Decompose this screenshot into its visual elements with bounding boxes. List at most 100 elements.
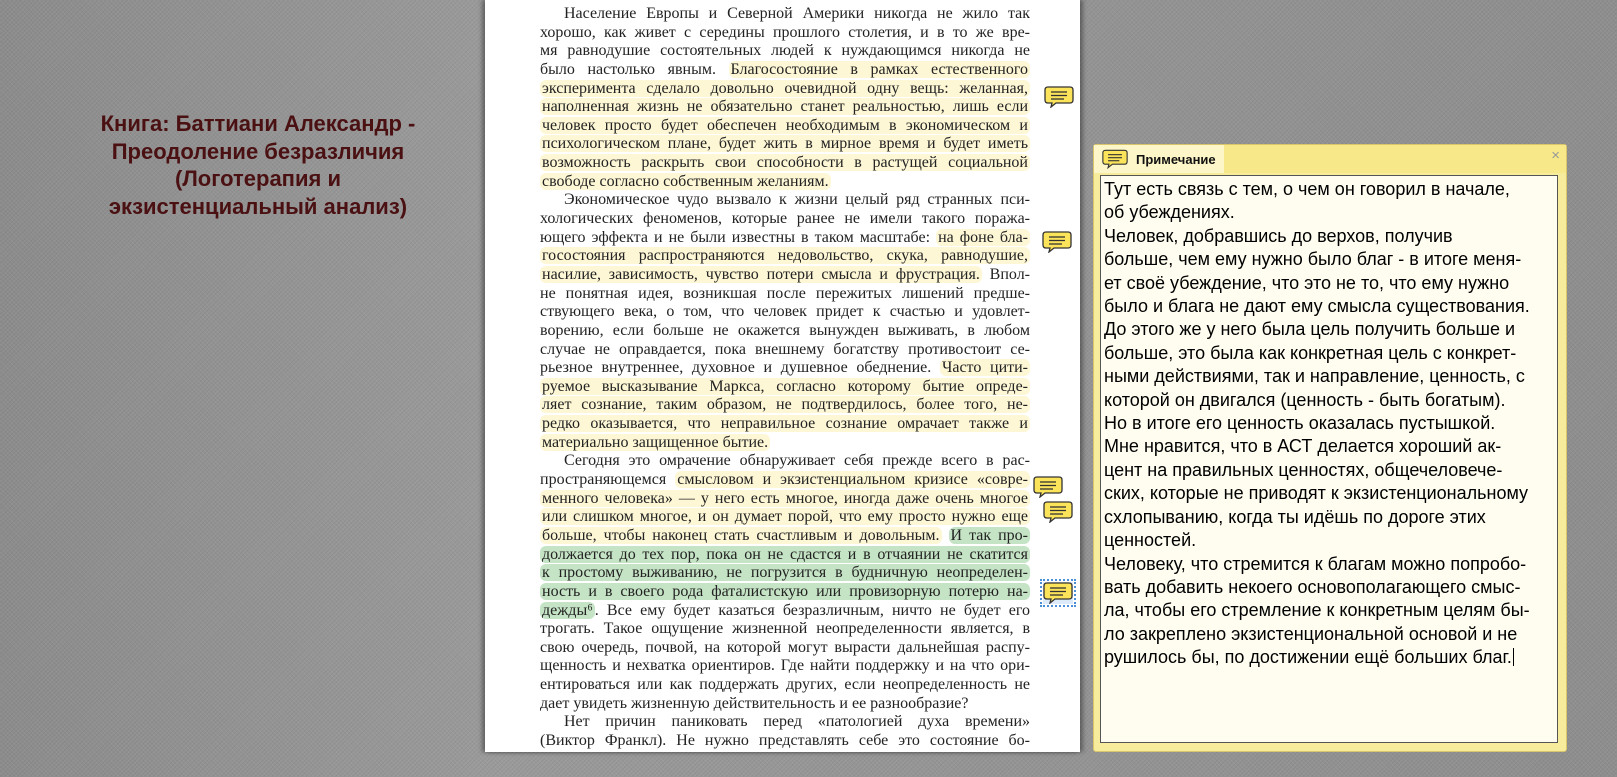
note-comment-icon-selected[interactable] — [1040, 579, 1076, 607]
text-line: госостояния распространяются недовольств… — [540, 247, 1030, 266]
text-cursor — [1512, 648, 1514, 667]
text-line: ворению, если больше не окажется вынужде… — [540, 322, 1030, 341]
note-text-line: Человеку, что стремится к благам можно п… — [1104, 553, 1527, 574]
text-line: дежды⁶. Все ему будет казаться безразлич… — [540, 601, 1030, 621]
note-text-line: ценностей. — [1104, 530, 1197, 551]
text-segment: мя равнодушие состоятельных людей к нужд… — [540, 42, 1030, 60]
text-line: ствующего века, о том, что человек приде… — [540, 303, 1030, 322]
text-line: трогать. Такое ощущение жизненной неопре… — [540, 620, 1030, 639]
text-line: Население Европы и Северной Америки нико… — [540, 5, 1030, 24]
highlight-green[interactable]: дежды⁶ — [540, 601, 595, 619]
text-line: свою очередь, почвой, на которой могут в… — [540, 639, 1030, 658]
note-comment-icon — [1102, 149, 1128, 169]
note-header[interactable]: Примечание × — [1094, 145, 1566, 173]
highlight-yellow[interactable]: материально защищенное бытие. — [540, 433, 771, 451]
text-line: мя равнодушие состоятельных людей к нужд… — [540, 42, 1030, 61]
highlight-yellow[interactable]: редко оказывается, что неправильное созн… — [540, 415, 1030, 433]
highlight-yellow[interactable]: возможность раскрыть свои способности в … — [540, 154, 1030, 172]
book-title-line: Преодоление безразличия — [111, 138, 405, 164]
text-line: Сегодня это омрачение обнаруживает себя … — [540, 452, 1030, 471]
book-title: Книга: Баттиани Александр - Преодоление … — [40, 110, 476, 220]
highlight-yellow[interactable]: руемое высказывание Маркса, согласно кот… — [540, 377, 1030, 395]
highlight-green[interactable]: к простому выживанию, не погрузится в бу… — [540, 564, 1030, 582]
text-segment: хологических феноменов, которые ранее не… — [540, 210, 1030, 228]
note-text-line: Тут есть связь с тем, о чем он говорил в… — [1104, 179, 1510, 199]
text-line: или слишком многое, и он думает порой, ч… — [540, 508, 1030, 527]
text-segment: трогать. Такое ощущение жизненной неопре… — [540, 620, 1030, 638]
text-segment: ентироваться или как поддержать других, … — [540, 676, 1030, 694]
note-text-line: цент на правильных ценностях, общечелове… — [1104, 459, 1503, 480]
text-line: менного человека» — у него есть многое, … — [540, 489, 1030, 509]
text-segment: свою очередь, почвой, на которой могут в… — [540, 638, 1030, 656]
text-segment: Население Европы и Северной Америки нико… — [564, 5, 1030, 22]
text-segment: Сегодня это омрачение обнаруживает себя … — [564, 452, 1030, 470]
highlight-yellow[interactable]: человек просто будет обеспечен необходим… — [540, 116, 1030, 134]
text-line: человек просто будет обеспечен необходим… — [540, 116, 1030, 136]
highlight-yellow[interactable]: смысловом и экзистенциальном кризисе «со… — [675, 471, 1030, 489]
note-title: Примечание — [1136, 152, 1216, 167]
text-line: Экономическое чудо вызвало к жизни целый… — [540, 191, 1030, 210]
close-icon[interactable]: × — [1551, 147, 1560, 164]
note-comment-icon[interactable] — [1033, 476, 1063, 498]
text-line: материально защищенное бытие. — [540, 433, 1030, 453]
text-segment: рьезное внутреннее, духовное и душевное … — [540, 359, 940, 377]
highlight-green[interactable]: И так про- — [948, 526, 1030, 544]
highlight-yellow[interactable]: госостояния распространяются недовольств… — [540, 247, 1030, 265]
text-line: свободе согласно собственным желаниям. — [540, 172, 1030, 192]
note-text-line: было и блага не дают ему смысла существо… — [1104, 296, 1530, 317]
note-text-line: Но в итоге его ценность оказалась пустыш… — [1104, 413, 1496, 434]
note-text-line: больше, чем ему нужно было благ - в итог… — [1104, 249, 1522, 270]
note-comment-icon[interactable] — [1044, 86, 1074, 108]
note-text-line: об убеждениях. — [1104, 202, 1235, 223]
highlight-green[interactable]: ность и в своего рода фаталистскую или п… — [540, 582, 1030, 600]
highlight-yellow[interactable]: ляет сознание, таким образом, не подтвер… — [540, 396, 1030, 414]
highlight-green[interactable]: должается до тех пор, пока он не сдастся… — [540, 545, 1030, 563]
text-line: случае не оправдается, пока внешнему бог… — [540, 341, 1030, 360]
note-comment-icon[interactable] — [1043, 501, 1073, 523]
text-segment: Экономическое чудо вызвало к жизни целый… — [564, 191, 1030, 209]
note-popup: Примечание × Тут есть связь с тем, о чем… — [1093, 144, 1567, 752]
highlight-yellow[interactable]: эксперимента сделало довольно очевидной … — [540, 79, 1030, 97]
text-line: хологических феноменов, которые ранее не… — [540, 210, 1030, 229]
text-segment: пространяющемся — [540, 471, 676, 489]
text-line: ентироваться или как поддержать других, … — [540, 676, 1030, 695]
text-line: редко оказывается, что неправильное созн… — [540, 415, 1030, 434]
highlight-yellow[interactable]: Благосостояние в рамках естественного — [728, 60, 1030, 78]
note-text-line: схлопыванию, когда ты идёшь по дороге эт… — [1104, 506, 1486, 527]
text-line: психологическом плане, будет жить в мирн… — [540, 135, 1030, 154]
text-line: не понятная идея, возникшая после пережи… — [540, 285, 1030, 304]
note-text-line: До этого же у него была цель получить бо… — [1104, 319, 1516, 340]
text-segment — [942, 527, 949, 544]
highlight-yellow[interactable]: свободе согласно собственным желаниям. — [540, 172, 831, 190]
highlight-yellow[interactable]: больше, чтобы наконец стать счастливым и… — [540, 526, 942, 544]
text-segment: было настолько явным. — [540, 60, 729, 78]
highlight-yellow[interactable]: наполненная жизнь не обязательно станет … — [540, 98, 1030, 116]
note-text-line: вать добавить некоего основополагающего … — [1104, 576, 1521, 597]
note-text-line: Человек, добравшись до верхов, получив — [1104, 225, 1453, 246]
text-line: Нет причин паниковать перед «патологией … — [540, 713, 1030, 732]
note-text-line: которой он двигался (ценность - быть бог… — [1104, 389, 1506, 410]
highlight-yellow[interactable]: Часто цити- — [939, 359, 1030, 377]
text-segment: не понятная идея, возникшая после пережи… — [540, 284, 1030, 302]
text-line: должается до тех пор, пока он не сдастся… — [540, 545, 1030, 565]
text-line: (Виктор Франкл). Не нужно представлять с… — [540, 732, 1030, 751]
text-segment: Впол- — [981, 265, 1030, 283]
text-segment: хорошо, как живет с середины прошлого ст… — [540, 23, 1030, 41]
highlight-yellow[interactable]: психологическом плане, будет жить в мирн… — [540, 135, 1030, 153]
text-segment: случае не оправдается, пока внешнему бог… — [540, 340, 1030, 358]
note-comment-icon[interactable] — [1042, 231, 1072, 253]
text-line: дает увидеть жизненную действительность … — [540, 695, 1030, 714]
highlight-yellow[interactable]: на фоне бла- — [936, 228, 1030, 246]
text-line: к простому выживанию, не погрузится в бу… — [540, 564, 1030, 583]
text-segment: . Все ему будет казаться безразличным, н… — [594, 601, 1030, 619]
note-text-line: Мне нравится, что в АСТ делается хороший… — [1104, 436, 1502, 457]
text-segment: (Виктор Франкл). Не нужно представлять с… — [540, 731, 1030, 749]
note-text-area[interactable]: Тут есть связь с тем, о чем он говорил в… — [1100, 175, 1558, 743]
note-text-line: ными действиями, так и направление, ценн… — [1104, 366, 1525, 387]
text-line: пространяющемся смысловом и экзистенциал… — [540, 471, 1030, 490]
highlight-yellow[interactable]: насилие, зависимость, чувство потери смы… — [540, 265, 982, 283]
text-line: наполненная жизнь не обязательно станет … — [540, 98, 1030, 117]
highlight-yellow[interactable]: или слишком многое, и он думает порой, ч… — [540, 508, 1030, 526]
highlight-yellow[interactable]: менного человека» — у него есть многое, … — [540, 489, 1030, 507]
text-segment: ворению, если больше не окажется вынужде… — [540, 321, 1030, 339]
